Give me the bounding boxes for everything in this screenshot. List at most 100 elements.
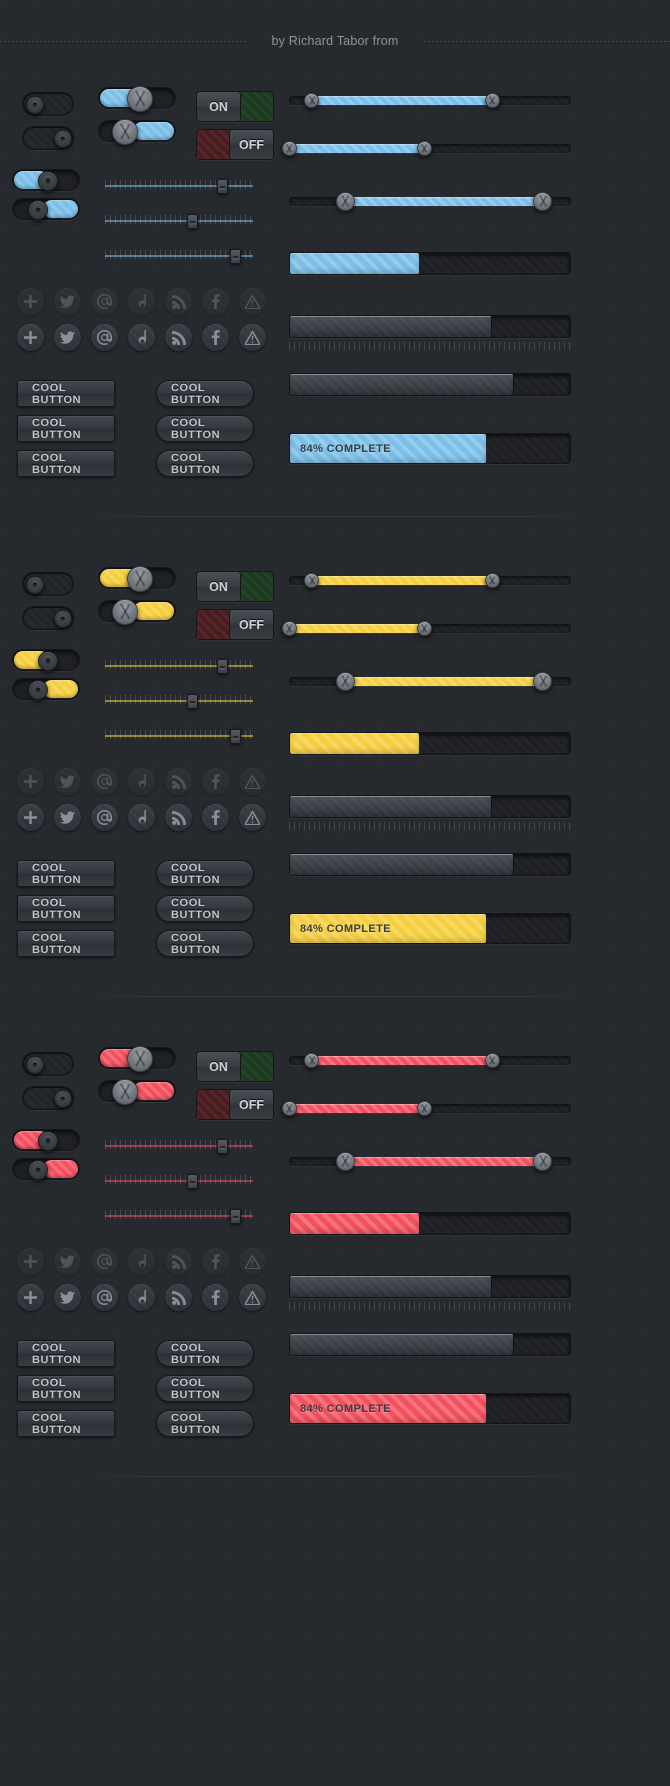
twitter-icon[interactable] bbox=[54, 324, 81, 351]
dribbble-icon[interactable] bbox=[128, 1284, 155, 1311]
ruler-slider[interactable] bbox=[105, 688, 253, 714]
warning-icon[interactable] bbox=[239, 288, 266, 315]
range-slider[interactable] bbox=[289, 92, 571, 108]
plus-icon[interactable] bbox=[17, 1248, 44, 1275]
toggle-knob[interactable] bbox=[26, 1056, 44, 1074]
ruler-handle[interactable] bbox=[187, 694, 198, 709]
toggle-knob[interactable] bbox=[27, 680, 48, 700]
toggle-knob[interactable] bbox=[126, 566, 153, 592]
range-handle-start[interactable] bbox=[281, 141, 297, 156]
toggle-knob[interactable] bbox=[54, 1090, 72, 1108]
range-handle-end[interactable] bbox=[484, 1053, 500, 1068]
ruler-slider[interactable] bbox=[105, 1168, 253, 1194]
cool-button[interactable]: COOL BUTTON bbox=[17, 895, 115, 922]
range-slider[interactable] bbox=[281, 140, 571, 156]
range-handle-start[interactable] bbox=[335, 192, 355, 211]
range-handle-start[interactable] bbox=[281, 621, 297, 636]
range-handle-start[interactable] bbox=[304, 1053, 320, 1068]
at-icon[interactable] bbox=[91, 1284, 118, 1311]
cool-button[interactable]: COOL BUTTON bbox=[156, 450, 254, 477]
at-icon[interactable] bbox=[91, 804, 118, 831]
ruler-handle[interactable] bbox=[217, 1139, 228, 1154]
range-handle-start[interactable] bbox=[304, 93, 320, 108]
toggle-switch[interactable] bbox=[98, 566, 176, 592]
toggle-switch[interactable] bbox=[22, 126, 74, 150]
toggle-switch[interactable] bbox=[98, 599, 176, 625]
at-icon[interactable] bbox=[91, 1248, 118, 1275]
ruler-slider[interactable] bbox=[105, 653, 253, 679]
ruler-slider[interactable] bbox=[105, 723, 253, 749]
plus-icon[interactable] bbox=[17, 324, 44, 351]
cool-button[interactable]: COOL BUTTON bbox=[17, 1340, 115, 1367]
ruler-handle[interactable] bbox=[187, 1174, 198, 1189]
plus-icon[interactable] bbox=[17, 804, 44, 831]
rss-icon[interactable] bbox=[165, 804, 192, 831]
toggle-switch[interactable] bbox=[12, 1129, 80, 1151]
cool-button[interactable]: COOL BUTTON bbox=[156, 860, 254, 887]
range-slider[interactable] bbox=[289, 572, 571, 588]
ruler-slider[interactable] bbox=[105, 173, 253, 199]
range-handle-end[interactable] bbox=[533, 672, 553, 691]
cool-button[interactable]: COOL BUTTON bbox=[156, 415, 254, 442]
facebook-icon[interactable] bbox=[202, 1248, 229, 1275]
warning-icon[interactable] bbox=[239, 324, 266, 351]
warning-icon[interactable] bbox=[239, 1248, 266, 1275]
toggle-switch[interactable] bbox=[12, 649, 80, 671]
toggle-switch[interactable] bbox=[12, 198, 80, 220]
toggle-knob[interactable] bbox=[112, 1079, 139, 1105]
range-handle-start[interactable] bbox=[335, 1152, 355, 1171]
at-icon[interactable] bbox=[91, 288, 118, 315]
cool-button[interactable]: COOL BUTTON bbox=[17, 1375, 115, 1402]
toggle-switch[interactable] bbox=[22, 92, 74, 116]
cool-button[interactable]: COOL BUTTON bbox=[156, 1375, 254, 1402]
cool-button[interactable]: COOL BUTTON bbox=[17, 450, 115, 477]
ruler-handle[interactable] bbox=[217, 179, 228, 194]
toggle-knob[interactable] bbox=[27, 200, 48, 220]
toggle-knob[interactable] bbox=[27, 1160, 48, 1180]
toggle-knob[interactable] bbox=[54, 130, 72, 148]
range-handle-start[interactable] bbox=[335, 672, 355, 691]
ruler-slider[interactable] bbox=[105, 1133, 253, 1159]
toggle-knob[interactable] bbox=[26, 96, 44, 114]
cool-button[interactable]: COOL BUTTON bbox=[156, 1340, 254, 1367]
toggle-switch[interactable] bbox=[22, 1052, 74, 1076]
cool-button[interactable]: COOL BUTTON bbox=[156, 895, 254, 922]
ruler-handle[interactable] bbox=[230, 729, 241, 744]
ruler-slider[interactable] bbox=[105, 1203, 253, 1229]
facebook-icon[interactable] bbox=[202, 768, 229, 795]
toggle-switch[interactable] bbox=[98, 1046, 176, 1072]
toggle-switch[interactable] bbox=[22, 1086, 74, 1110]
ruler-slider[interactable] bbox=[105, 208, 253, 234]
twitter-icon[interactable] bbox=[54, 804, 81, 831]
range-handle-start[interactable] bbox=[304, 573, 320, 588]
toggle-knob[interactable] bbox=[126, 1046, 153, 1072]
facebook-icon[interactable] bbox=[202, 324, 229, 351]
toggle-on-button[interactable]: ON bbox=[196, 571, 274, 602]
rss-icon[interactable] bbox=[165, 768, 192, 795]
dribbble-icon[interactable] bbox=[128, 804, 155, 831]
rss-icon[interactable] bbox=[165, 1248, 192, 1275]
cool-button[interactable]: COOL BUTTON bbox=[156, 380, 254, 407]
rss-icon[interactable] bbox=[165, 324, 192, 351]
toggle-on-button[interactable]: ON bbox=[196, 1051, 274, 1082]
facebook-icon[interactable] bbox=[202, 804, 229, 831]
plus-icon[interactable] bbox=[17, 288, 44, 315]
rss-icon[interactable] bbox=[165, 288, 192, 315]
warning-icon[interactable] bbox=[239, 804, 266, 831]
toggle-switch[interactable] bbox=[98, 86, 176, 112]
toggle-switch[interactable] bbox=[98, 1079, 176, 1105]
plus-icon[interactable] bbox=[17, 1284, 44, 1311]
ruler-handle[interactable] bbox=[230, 249, 241, 264]
toggle-knob[interactable] bbox=[38, 651, 59, 671]
toggle-knob[interactable] bbox=[112, 119, 139, 145]
toggle-knob[interactable] bbox=[54, 610, 72, 628]
range-slider[interactable] bbox=[289, 192, 571, 211]
dribbble-icon[interactable] bbox=[128, 288, 155, 315]
at-icon[interactable] bbox=[91, 324, 118, 351]
toggle-knob[interactable] bbox=[112, 599, 139, 625]
ruler-handle[interactable] bbox=[217, 659, 228, 674]
toggle-switch[interactable] bbox=[12, 1158, 80, 1180]
toggle-on-button[interactable]: ON bbox=[196, 91, 274, 122]
range-handle-end[interactable] bbox=[533, 192, 553, 211]
toggle-switch[interactable] bbox=[12, 169, 80, 191]
